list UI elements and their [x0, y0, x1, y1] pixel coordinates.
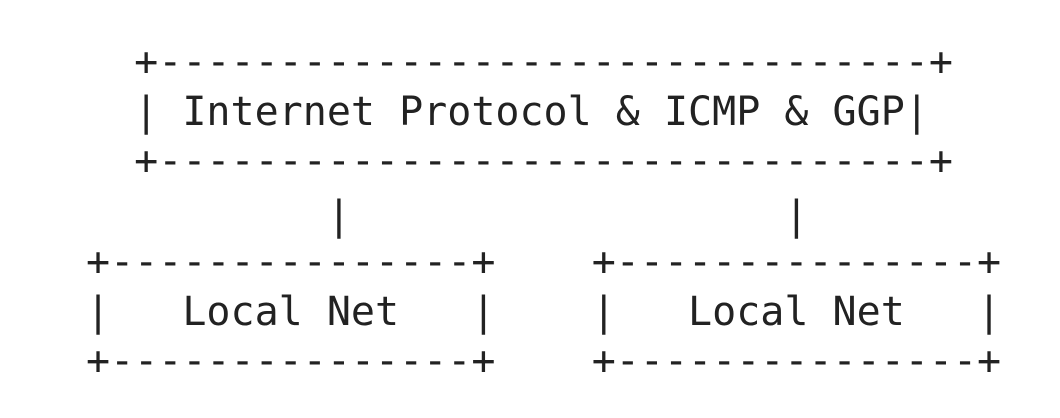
ip-box-label-row: | Internet Protocol & ICMP & GGP|: [86, 89, 929, 135]
connector-lines: | |: [86, 193, 809, 239]
ascii-network-diagram: +--------------------------------+ | Int…: [0, 0, 1060, 418]
local-net-boxes-top-border: +---------------+ +---------------+: [86, 239, 1002, 285]
local-net-boxes-bottom-border: +---------------+ +---------------+: [86, 338, 1002, 384]
ip-box-top-border: +--------------------------------+: [86, 39, 953, 85]
local-net-boxes-label-row: | Local Net | | Local Net |: [86, 289, 1002, 335]
ip-box-bottom-border: +--------------------------------+: [86, 138, 953, 184]
